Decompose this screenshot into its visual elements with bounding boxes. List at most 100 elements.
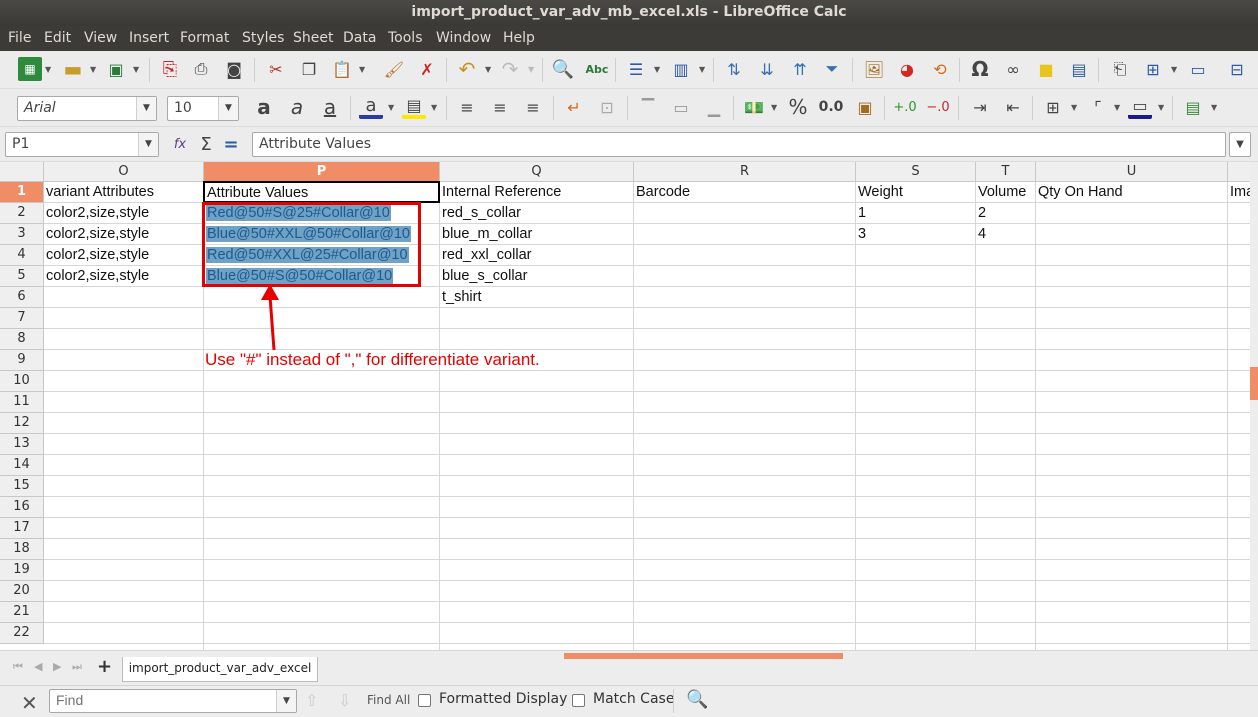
underline-icon[interactable]: a [318,95,342,119]
increase-indent-icon[interactable]: ⇥ [968,95,992,119]
row-header[interactable]: 7 [0,308,44,329]
row-header[interactable]: 12 [0,413,44,434]
spreadsheet-grid[interactable]: O P Q R S T U 1 2 3 4 5 6 7 8 9 10 11 12… [0,162,1250,650]
formatted-display-checkbox[interactable] [418,694,431,707]
special-character-icon[interactable]: Ω [968,57,992,81]
insert-chart-icon[interactable]: ◕ [895,57,919,81]
menu-file[interactable]: File [8,30,31,46]
cell-s2[interactable]: 1 [856,203,866,224]
sum-icon[interactable]: Σ [194,132,218,156]
name-box[interactable]: P1 ▼ [5,132,159,157]
italic-icon[interactable]: a [285,95,309,119]
clear-formatting-icon[interactable]: ✗ [415,57,439,81]
row-header[interactable]: 20 [0,581,44,602]
chevron-down-icon[interactable]: ▼ [133,65,139,74]
percent-format-icon[interactable]: % [786,95,810,119]
cell-o4[interactable]: color2,size,style [44,245,149,266]
decrease-indent-icon[interactable]: ⇤ [1001,95,1025,119]
row-header[interactable]: 19 [0,560,44,581]
chevron-down-icon[interactable]: ▼ [699,65,705,74]
chevron-down-icon[interactable]: ▼ [654,65,660,74]
chevron-down-icon[interactable]: ▼ [1071,103,1077,112]
redo-icon[interactable]: ↷ [498,57,522,81]
cell-r1[interactable]: Barcode [634,182,690,203]
paste-icon[interactable]: 📋 [330,57,354,81]
center-vertically-icon[interactable]: ▭ [669,95,693,119]
freeze-rows-columns-icon[interactable]: ⊞ [1141,57,1165,81]
chevron-down-icon[interactable]: ▼ [528,65,534,74]
column-header-p[interactable]: P [204,162,440,182]
row-header[interactable]: 18 [0,539,44,560]
last-sheet-icon[interactable]: ⏭ [72,660,82,674]
row-header[interactable]: 14 [0,455,44,476]
column-header-q[interactable]: Q [440,162,634,182]
cell-t2[interactable]: 2 [976,203,986,224]
save-icon[interactable]: ▣ [104,57,128,81]
align-left-icon[interactable]: ≡ [455,95,479,119]
vertical-scroll-thumb[interactable] [1250,367,1258,400]
chevron-down-icon[interactable]: ▼ [1158,103,1164,112]
row-header[interactable]: 1 [0,182,44,203]
cell-q2[interactable]: red_s_collar [440,203,521,224]
cell-o5[interactable]: color2,size,style [44,266,149,287]
row-header[interactable]: 21 [0,602,44,623]
row-header[interactable]: 6 [0,287,44,308]
cell-o2[interactable]: color2,size,style [44,203,149,224]
sort-descending-icon[interactable]: ⇊ [755,57,779,81]
menu-tools[interactable]: Tools [388,30,423,46]
menu-help[interactable]: Help [503,30,535,46]
chevron-down-icon[interactable]: ▼ [388,103,394,112]
merge-center-icon[interactable]: ⊡ [595,95,619,119]
menu-edit[interactable]: Edit [44,30,71,46]
menu-sheet[interactable]: Sheet [293,30,333,46]
cell-t3[interactable]: 4 [976,224,986,245]
chevron-down-icon[interactable]: ▼ [138,133,158,156]
chevron-down-icon[interactable]: ▼ [359,65,365,74]
font-color-icon[interactable]: a [359,95,383,119]
chevron-down-icon[interactable]: ▼ [45,65,51,74]
align-bottom-icon[interactable]: ▁ [702,95,726,119]
cell-q1[interactable]: Internal Reference [440,182,561,203]
chevron-down-icon[interactable]: ▼ [771,103,777,112]
row-header[interactable]: 11 [0,392,44,413]
number-format-icon[interactable]: 0.0 [819,95,844,119]
chevron-down-icon[interactable]: ▼ [1114,103,1120,112]
pivot-table-icon[interactable]: ⟲ [928,57,952,81]
currency-format-icon[interactable]: 💵 [742,95,766,119]
find-replace-icon[interactable]: 🔍 [551,57,575,81]
row-header[interactable]: 10 [0,371,44,392]
menu-styles[interactable]: Styles [242,30,284,46]
row-header[interactable]: 16 [0,497,44,518]
border-color-icon[interactable]: ▭ [1128,95,1152,119]
chevron-down-icon[interactable]: ▼ [90,65,96,74]
autofilter-icon[interactable]: ⏷ [820,57,844,81]
delete-decimal-place-icon[interactable]: −.0 [926,95,950,119]
column-header-v[interactable] [1228,162,1250,182]
find-next-icon[interactable]: ⇩ [338,691,351,710]
bold-icon[interactable]: a [252,95,276,119]
cell-p1[interactable]: Attribute Values [203,181,440,203]
cell-q4[interactable]: red_xxl_collar [440,245,531,266]
formula-input[interactable]: Attribute Values [252,132,1226,157]
hyperlink-icon[interactable]: ∞ [1001,57,1025,81]
first-sheet-icon[interactable]: ⏮ [13,660,23,674]
column-header-r[interactable]: R [634,162,856,182]
function-wizard-icon[interactable]: fx [168,132,192,156]
cell-t1[interactable]: Volume [976,182,1026,203]
chevron-down-icon[interactable]: ▼ [1211,103,1217,112]
copy-icon[interactable]: ❐ [297,57,321,81]
menu-window[interactable]: Window [436,30,491,46]
insert-image-icon[interactable]: 🖼 [862,57,886,81]
menu-insert[interactable]: Insert [129,30,169,46]
column-header-t[interactable]: T [976,162,1036,182]
column-header-s[interactable]: S [856,162,976,182]
cell-q6[interactable]: t_shirt [440,287,482,308]
row-header[interactable]: 17 [0,518,44,539]
new-spreadsheet-icon[interactable]: ▦ [18,57,42,81]
cell-u1[interactable]: Qty On Hand [1036,182,1123,203]
select-all-corner[interactable] [0,162,44,182]
cell-s3[interactable]: 3 [856,224,866,245]
find-all-button[interactable]: Find All [367,693,410,707]
cell-s1[interactable]: Weight [856,182,903,203]
find-input[interactable]: ▼ [49,689,297,713]
